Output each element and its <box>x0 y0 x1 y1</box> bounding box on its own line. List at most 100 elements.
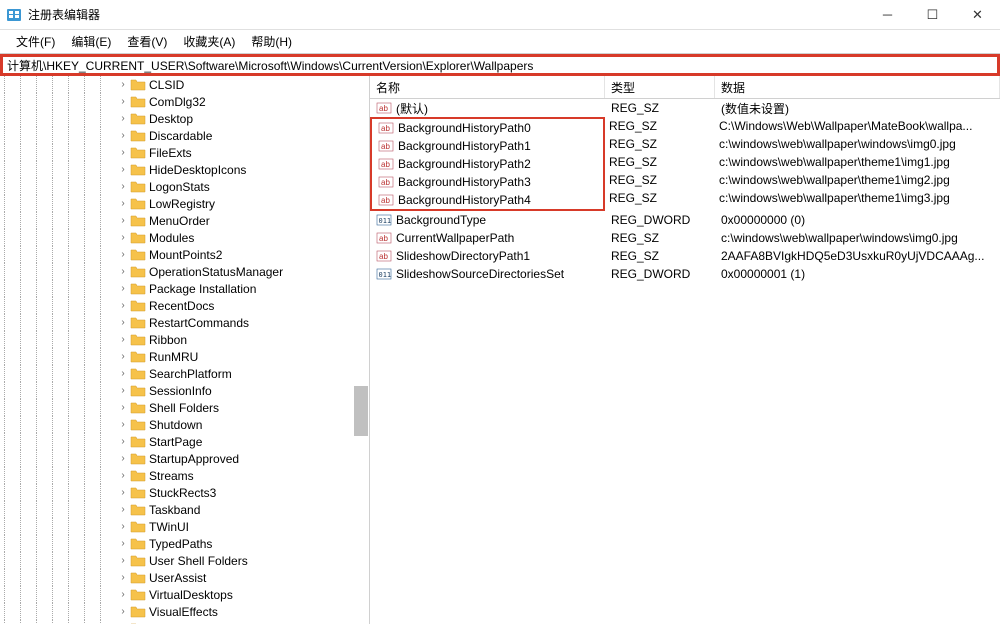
menu-file[interactable]: 文件(F) <box>8 31 63 52</box>
expand-icon[interactable]: › <box>116 538 130 549</box>
expand-icon[interactable]: › <box>116 589 130 600</box>
tree-item[interactable]: ›Discardable <box>4 127 369 144</box>
close-button[interactable]: ✕ <box>955 0 1000 30</box>
expand-icon[interactable]: › <box>116 419 130 430</box>
expand-icon[interactable]: › <box>116 334 130 345</box>
value-name: BackgroundHistoryPath1 <box>398 139 531 153</box>
tree-item[interactable]: ›MenuOrder <box>4 212 369 229</box>
tree-item[interactable]: ›Shutdown <box>4 416 369 433</box>
value-row[interactable]: REG_SZc:\windows\web\wallpaper\theme1\im… <box>603 153 1000 171</box>
expand-icon[interactable]: › <box>116 300 130 311</box>
menu-help[interactable]: 帮助(H) <box>243 31 300 52</box>
tree-item[interactable]: ›CLSID <box>4 76 369 93</box>
expand-icon[interactable]: › <box>116 351 130 362</box>
tree-item[interactable]: › User Shell Folders <box>4 552 369 569</box>
value-row[interactable]: ab(默认)REG_SZ(数值未设置) <box>370 99 1000 117</box>
value-row[interactable]: 011SlideshowSourceDirectoriesSetREG_DWOR… <box>370 265 1000 283</box>
tree-item[interactable]: ›ComDlg32 <box>4 93 369 110</box>
tree-item[interactable]: ›Streams <box>4 467 369 484</box>
tree-item[interactable]: › Package Installation <box>4 280 369 297</box>
value-row[interactable]: REG_SZc:\windows\web\wallpaper\theme1\im… <box>603 171 1000 189</box>
column-name[interactable]: 名称 <box>370 76 605 98</box>
value-row[interactable]: abCurrentWallpaperPathREG_SZc:\windows\w… <box>370 229 1000 247</box>
expand-icon[interactable]: › <box>116 504 130 515</box>
value-row[interactable]: REG_SZc:\windows\web\wallpaper\windows\i… <box>603 135 1000 153</box>
expand-icon[interactable]: › <box>116 555 130 566</box>
column-data[interactable]: 数据 <box>715 76 1000 98</box>
tree-item[interactable]: ›MountPoints2 <box>4 246 369 263</box>
expand-icon[interactable]: › <box>116 147 130 158</box>
tree-item[interactable]: ›Wallpaper <box>4 620 369 624</box>
svg-text:ab: ab <box>381 142 390 151</box>
value-row[interactable]: REG_SZC:\Windows\Web\Wallpaper\MateBook\… <box>603 117 1000 135</box>
expand-icon[interactable]: › <box>116 232 130 243</box>
tree-item-label: VisualEffects <box>149 605 218 619</box>
tree-item[interactable]: ›Taskband <box>4 501 369 518</box>
value-row[interactable]: abSlideshowDirectoryPath1REG_SZ2AAFA8BVI… <box>370 247 1000 265</box>
tree-item-label: User Shell Folders <box>149 554 248 568</box>
column-type[interactable]: 类型 <box>605 76 715 98</box>
tree-item[interactable]: › StuckRects3 <box>4 484 369 501</box>
tree-item[interactable]: ›HideDesktopIcons <box>4 161 369 178</box>
tree-item[interactable]: ›LogonStats <box>4 178 369 195</box>
expand-icon[interactable]: › <box>116 181 130 192</box>
expand-icon[interactable]: › <box>116 521 130 532</box>
tree-pane[interactable]: ›CLSID›ComDlg32›Desktop›Discardable›File… <box>0 76 370 624</box>
value-row[interactable]: REG_SZc:\windows\web\wallpaper\theme1\im… <box>603 189 1000 207</box>
tree-item[interactable]: ›RestartCommands <box>4 314 369 331</box>
expand-icon[interactable]: › <box>116 113 130 124</box>
tree-item[interactable]: ›Desktop <box>4 110 369 127</box>
tree-item[interactable]: ›SearchPlatform <box>4 365 369 382</box>
tree-item[interactable]: ›FileExts <box>4 144 369 161</box>
tree-item[interactable]: ›TypedPaths <box>4 535 369 552</box>
expand-icon[interactable]: › <box>116 436 130 447</box>
maximize-button[interactable]: ☐ <box>910 0 955 30</box>
tree-item[interactable]: ›StartPage <box>4 433 369 450</box>
tree-item-label: Package Installation <box>149 282 256 296</box>
expand-icon[interactable]: › <box>116 266 130 277</box>
menu-edit[interactable]: 编辑(E) <box>63 31 119 52</box>
tree-item-label: VirtualDesktops <box>149 588 233 602</box>
address-bar[interactable]: 计算机\HKEY_CURRENT_USER\Software\Microsoft… <box>0 54 1000 76</box>
tree-scrollbar-thumb[interactable] <box>354 386 368 436</box>
tree-item[interactable]: ›OperationStatusManager <box>4 263 369 280</box>
expand-icon[interactable]: › <box>116 470 130 481</box>
expand-icon[interactable]: › <box>116 130 130 141</box>
menu-view[interactable]: 查看(V) <box>119 31 175 52</box>
tree-item[interactable]: ›Modules <box>4 229 369 246</box>
tree-item[interactable]: › VirtualDesktops <box>4 586 369 603</box>
expand-icon[interactable]: › <box>116 249 130 260</box>
tree-item[interactable]: ›StartupApproved <box>4 450 369 467</box>
expand-icon[interactable]: › <box>116 606 130 617</box>
tree-item[interactable]: ›RecentDocs <box>4 297 369 314</box>
expand-icon[interactable]: › <box>116 453 130 464</box>
expand-icon[interactable]: › <box>116 215 130 226</box>
expand-icon[interactable]: › <box>116 368 130 379</box>
tree-item[interactable]: ›UserAssist <box>4 569 369 586</box>
value-name: SlideshowDirectoryPath1 <box>396 249 530 263</box>
tree-item[interactable]: ›Ribbon <box>4 331 369 348</box>
expand-icon[interactable]: › <box>116 487 130 498</box>
menu-favorites[interactable]: 收藏夹(A) <box>175 31 243 52</box>
tree-item[interactable]: ›TWinUI <box>4 518 369 535</box>
tree-item[interactable]: ›SessionInfo <box>4 382 369 399</box>
tree-item[interactable]: ›LowRegistry <box>4 195 369 212</box>
expand-icon[interactable]: › <box>116 572 130 583</box>
value-data: C:\Windows\Web\Wallpaper\MateBook\wallpa… <box>713 118 1000 134</box>
expand-icon[interactable]: › <box>116 317 130 328</box>
expand-icon[interactable]: › <box>116 385 130 396</box>
value-row[interactable]: 011BackgroundTypeREG_DWORD0x00000000 (0) <box>370 211 1000 229</box>
svg-text:ab: ab <box>381 124 390 133</box>
expand-icon[interactable]: › <box>116 79 130 90</box>
expand-icon[interactable]: › <box>116 402 130 413</box>
expand-icon[interactable]: › <box>116 164 130 175</box>
tree-item[interactable]: ›Shell Folders <box>4 399 369 416</box>
expand-icon[interactable]: › <box>116 96 130 107</box>
expand-icon[interactable]: › <box>116 198 130 209</box>
tree-item-label: StuckRects3 <box>149 486 216 500</box>
tree-item[interactable]: ›RunMRU <box>4 348 369 365</box>
expand-icon[interactable]: › <box>116 283 130 294</box>
svg-text:ab: ab <box>379 234 388 243</box>
tree-item[interactable]: › VisualEffects <box>4 603 369 620</box>
minimize-button[interactable]: ─ <box>865 0 910 30</box>
